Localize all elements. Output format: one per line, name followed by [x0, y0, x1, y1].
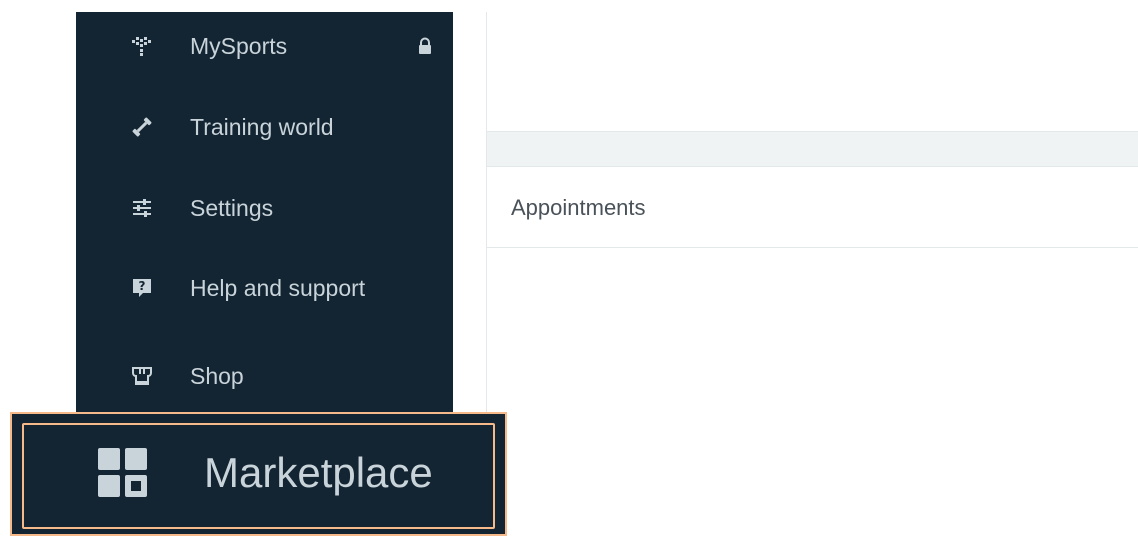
sliders-icon: [130, 196, 154, 220]
sidebar-item-label: MySports: [190, 33, 288, 59]
card-title: Appointments: [511, 195, 646, 220]
section-separator: [487, 131, 1138, 167]
appointments-card-header: Appointments: [487, 167, 1138, 248]
lock-icon: [417, 37, 433, 55]
dumbbell-icon: [130, 115, 154, 139]
sidebar-item-help-and-support[interactable]: ? Help and support: [76, 260, 453, 316]
marketplace-label: Marketplace: [204, 449, 433, 496]
grid-apps-icon: [98, 448, 148, 498]
sidebar-item-label: Settings: [190, 195, 274, 221]
sidebar-item-settings[interactable]: Settings: [76, 180, 453, 236]
sidebar-item-mysports[interactable]: MySports: [76, 18, 453, 74]
shop-icon: [130, 364, 154, 388]
help-question-icon: ?: [130, 276, 154, 300]
sidebar-item-training-world[interactable]: Training world: [76, 99, 453, 155]
svg-text:?: ?: [139, 279, 146, 293]
sidebar: MySports Training world Settings ? Help …: [76, 12, 453, 412]
sidebar-item-label: Shop: [190, 363, 244, 389]
sidebar-item-label: Help and support: [190, 275, 366, 301]
sidebar-item-label: Training world: [190, 114, 334, 140]
heartbeat-dots-icon: [130, 34, 154, 58]
sidebar-item-marketplace[interactable]: Marketplace: [10, 412, 507, 536]
sidebar-item-shop[interactable]: Shop: [76, 348, 453, 404]
